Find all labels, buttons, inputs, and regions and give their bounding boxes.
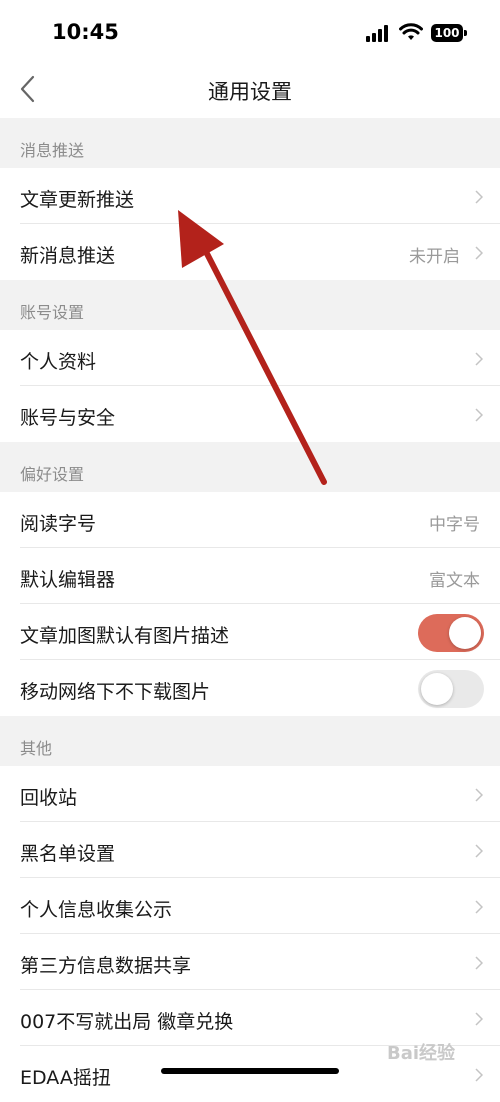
row-label: 第三方信息数据共享 bbox=[20, 955, 192, 977]
row-label: 账号与安全 bbox=[20, 407, 116, 429]
nav-bar: 通用设置 bbox=[0, 66, 500, 118]
row-label: 个人资料 bbox=[20, 351, 97, 373]
row-label: 回收站 bbox=[20, 787, 78, 809]
chevron-right-icon bbox=[475, 246, 483, 260]
section-header-account: 账号设置 bbox=[0, 280, 500, 330]
chevron-right-icon bbox=[475, 788, 483, 802]
row-no-image-mobile: 移动网络下不下载图片 bbox=[0, 660, 500, 716]
row-personal-info-collection[interactable]: 个人信息收集公示 bbox=[0, 878, 500, 934]
chevron-right-icon bbox=[475, 352, 483, 366]
section-header-preferences: 偏好设置 bbox=[0, 442, 500, 492]
row-blacklist[interactable]: 黑名单设置 bbox=[0, 822, 500, 878]
chevron-right-icon bbox=[475, 900, 483, 914]
section-label: 消息推送 bbox=[20, 141, 85, 160]
row-value: 中字号 bbox=[429, 515, 480, 535]
watermark-logo: Bai经验 bbox=[385, 1035, 485, 1069]
no-image-mobile-toggle[interactable] bbox=[418, 670, 484, 708]
image-description-toggle[interactable] bbox=[418, 614, 484, 652]
chevron-right-icon bbox=[475, 408, 483, 422]
row-label: 黑名单设置 bbox=[20, 843, 116, 865]
status-time: 10:45 bbox=[52, 20, 119, 44]
row-label: 移动网络下不下载图片 bbox=[20, 681, 211, 703]
section-header-push: 消息推送 bbox=[0, 118, 500, 168]
row-label: EDAA摇扭 bbox=[20, 1067, 111, 1089]
row-label: 默认编辑器 bbox=[20, 569, 116, 591]
row-label: 007不写就出局 徽章兑换 bbox=[20, 1011, 234, 1033]
watermark-text: Bai经验 bbox=[387, 1043, 456, 1064]
row-article-update-push[interactable]: 文章更新推送 bbox=[0, 168, 500, 224]
chevron-right-icon bbox=[475, 1012, 483, 1026]
toggle-knob bbox=[421, 673, 453, 705]
wifi-icon bbox=[399, 23, 423, 40]
home-indicator[interactable] bbox=[161, 1068, 339, 1074]
battery-icon: 100 bbox=[431, 24, 463, 42]
chevron-right-icon bbox=[475, 844, 483, 858]
row-reading-font-size[interactable]: 阅读字号 中字号 bbox=[0, 492, 500, 548]
section-label: 账号设置 bbox=[20, 303, 85, 322]
toggle-knob bbox=[449, 617, 481, 649]
signal-icon bbox=[366, 25, 390, 42]
row-label: 新消息推送 bbox=[20, 245, 116, 267]
status-bar: 10:45 100 bbox=[0, 0, 500, 66]
section-label: 其他 bbox=[20, 739, 53, 758]
row-label: 个人信息收集公示 bbox=[20, 899, 173, 921]
chevron-right-icon bbox=[475, 1068, 483, 1082]
row-image-description: 文章加图默认有图片描述 bbox=[0, 604, 500, 660]
row-recycle-bin[interactable]: 回收站 bbox=[0, 766, 500, 822]
battery-level: 100 bbox=[434, 26, 460, 40]
row-account-security[interactable]: 账号与安全 bbox=[0, 386, 500, 442]
row-label: 阅读字号 bbox=[20, 513, 97, 535]
page-title: 通用设置 bbox=[208, 80, 292, 104]
row-value: 未开启 bbox=[409, 247, 460, 267]
row-label: 文章更新推送 bbox=[20, 189, 135, 211]
row-profile[interactable]: 个人资料 bbox=[0, 330, 500, 386]
row-value: 富文本 bbox=[429, 571, 480, 591]
row-label: 文章加图默认有图片描述 bbox=[20, 625, 230, 647]
chevron-right-icon bbox=[475, 956, 483, 970]
row-new-message-push[interactable]: 新消息推送 未开启 bbox=[0, 224, 500, 280]
row-default-editor[interactable]: 默认编辑器 富文本 bbox=[0, 548, 500, 604]
settings-list: 消息推送 文章更新推送 新消息推送 未开启 账号设置 个人资料 账号与安全 偏好… bbox=[0, 118, 500, 1102]
section-header-other: 其他 bbox=[0, 716, 500, 766]
chevron-right-icon bbox=[475, 190, 483, 204]
row-third-party-sharing[interactable]: 第三方信息数据共享 bbox=[0, 934, 500, 990]
section-label: 偏好设置 bbox=[20, 465, 85, 484]
battery-cap bbox=[464, 30, 467, 36]
